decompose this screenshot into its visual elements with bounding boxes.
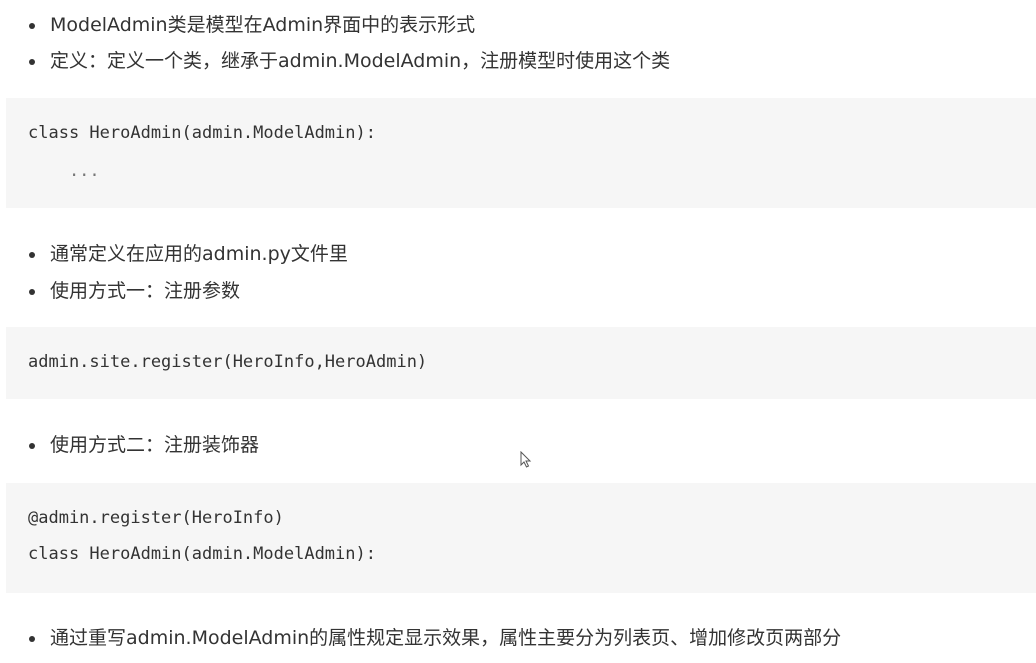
code-block-class-definition: class HeroAdmin(admin.ModelAdmin): ... <box>6 98 1036 208</box>
code-line: @admin.register(HeroInfo) <box>28 508 284 528</box>
list-item: 定义：定义一个类，继承于admin.ModelAdmin，注册模型时使用这个类 <box>0 44 1036 78</box>
decorator-list: 使用方式二：注册装饰器 <box>0 428 1036 462</box>
usage-list: 通常定义在应用的admin.py文件里 使用方式一：注册参数 <box>0 237 1036 308</box>
mouse-pointer-icon <box>520 451 532 468</box>
code-line: class HeroAdmin(admin.ModelAdmin): <box>28 123 376 143</box>
code-block-register-decorator: @admin.register(HeroInfo) class HeroAdmi… <box>6 483 1036 593</box>
override-list: 通过重写admin.ModelAdmin的属性规定显示效果，属性主要分为列表页、… <box>0 621 1036 655</box>
code-block-register-params: admin.site.register(HeroInfo,HeroAdmin) <box>6 327 1036 399</box>
list-item: 使用方式二：注册装饰器 <box>0 428 1036 462</box>
list-item: 使用方式一：注册参数 <box>0 274 1036 308</box>
intro-list: ModelAdmin类是模型在Admin界面中的表示形式 定义：定义一个类，继承… <box>0 8 1036 78</box>
code-line: ... <box>28 161 100 181</box>
code-line: admin.site.register(HeroInfo,HeroAdmin) <box>28 352 428 372</box>
list-item: 通过重写admin.ModelAdmin的属性规定显示效果，属性主要分为列表页、… <box>0 621 1036 655</box>
code-line: class HeroAdmin(admin.ModelAdmin): <box>28 544 376 564</box>
list-item: ModelAdmin类是模型在Admin界面中的表示形式 <box>0 8 1036 42</box>
list-item: 通常定义在应用的admin.py文件里 <box>0 237 1036 271</box>
